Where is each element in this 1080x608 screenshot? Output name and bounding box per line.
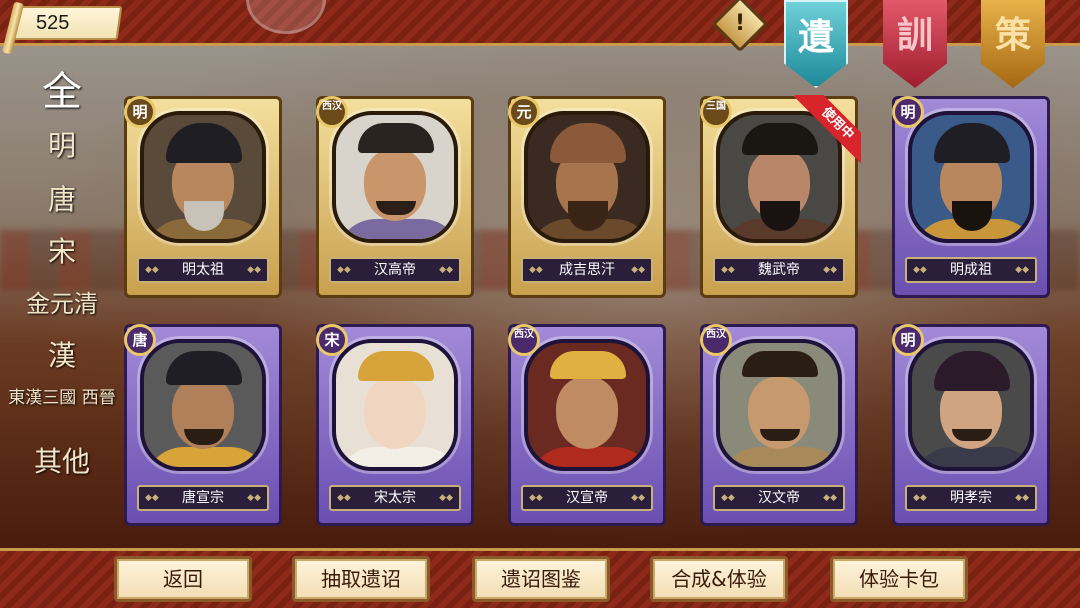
card-name: 宋太宗 — [329, 485, 461, 511]
category-jin-yuan-qing[interactable]: 金元清 — [8, 282, 116, 326]
card-name: 唐宣宗 — [137, 485, 269, 511]
card-tang-xuanzong[interactable]: 唐 唐宣宗 — [124, 324, 282, 526]
card-ming-xiaozong[interactable]: 明 明孝宗 — [892, 324, 1050, 526]
era-badge: 西汉 — [316, 96, 348, 128]
era-badge: 西汉 — [508, 324, 540, 356]
card-wei-wudi[interactable]: 三国 使用中 魏武帝 — [700, 95, 861, 298]
card-han-xuandi[interactable]: 西汉 汉宣帝 — [508, 324, 666, 526]
portrait — [140, 111, 266, 243]
portrait — [332, 339, 458, 471]
category-ming[interactable]: 明 — [8, 124, 116, 168]
portrait — [908, 339, 1034, 471]
card-name: 魏武帝 — [713, 257, 845, 283]
era-badge: 明 — [892, 96, 924, 128]
synthesize-trial-button[interactable]: 合成&体验 — [650, 556, 788, 602]
trial-card-pack-button[interactable]: 体验卡包 — [830, 556, 968, 602]
card-han-gaodi[interactable]: 西汉 汉高帝 — [316, 96, 474, 298]
era-badge: 明 — [124, 96, 156, 128]
card-name: 成吉思汗 — [521, 257, 653, 283]
exclamation-icon: ! — [734, 11, 746, 36]
card-name: 汉高帝 — [329, 257, 461, 283]
category-tang[interactable]: 唐 — [8, 178, 116, 222]
portrait — [524, 111, 650, 243]
draw-edict-button[interactable]: 抽取遗诏 — [292, 556, 430, 602]
card-genghis-khan[interactable]: 元 成吉思汗 — [508, 96, 666, 298]
currency-value: 525 — [36, 12, 70, 34]
portrait — [716, 339, 842, 471]
card-name: 明太祖 — [137, 257, 269, 283]
category-other[interactable]: 其他 — [8, 440, 116, 484]
portrait — [332, 111, 458, 243]
era-badge: 明 — [892, 324, 924, 356]
era-badge: 三国 — [700, 96, 732, 128]
category-han[interactable]: 漢 — [8, 334, 116, 378]
card-name: 明成祖 — [905, 257, 1037, 283]
portrait — [524, 339, 650, 471]
era-badge: 宋 — [316, 324, 348, 356]
edict-gallery-button[interactable]: 遗诏图鉴 — [472, 556, 610, 602]
category-song[interactable]: 宋 — [8, 230, 116, 274]
era-badge: 西汉 — [700, 324, 732, 356]
portrait — [908, 111, 1034, 243]
era-badge: 唐 — [124, 324, 156, 356]
in-use-ribbon: 使用中 — [781, 95, 861, 175]
back-button[interactable]: 返回 — [114, 556, 252, 602]
category-eastern-han-three-kingdoms[interactable]: 東漢三國 西晉 — [8, 386, 116, 430]
card-name: 明孝宗 — [905, 485, 1037, 511]
card-han-wendi[interactable]: 西汉 汉文帝 — [700, 324, 858, 526]
portrait — [140, 339, 266, 471]
era-badge: 元 — [508, 96, 540, 128]
card-name: 汉文帝 — [713, 485, 845, 511]
in-use-label: 使用中 — [793, 95, 861, 168]
category-all[interactable]: 全 — [8, 70, 116, 114]
card-ming-chengzu[interactable]: 明 明成祖 — [892, 96, 1050, 298]
card-name: 汉宣帝 — [521, 485, 653, 511]
card-song-taizong[interactable]: 宋 宋太宗 — [316, 324, 474, 526]
card-ming-taizu[interactable]: 明 明太祖 — [124, 96, 282, 298]
